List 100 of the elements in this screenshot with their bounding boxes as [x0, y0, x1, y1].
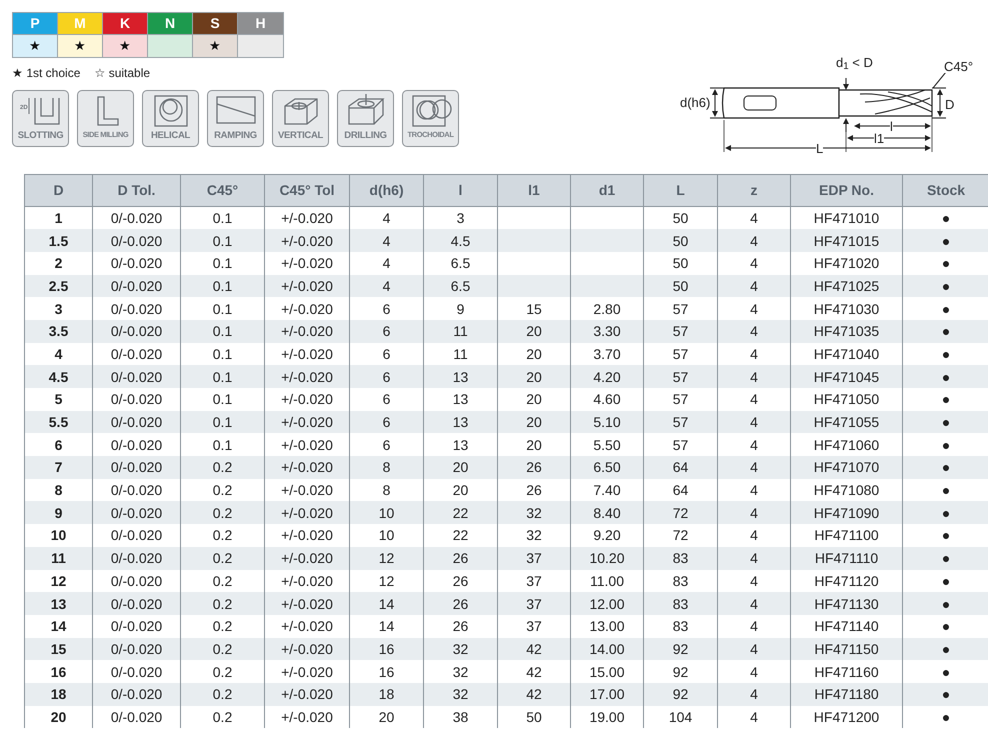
chamfer-label: C45° [944, 60, 974, 73]
material-header: M [58, 13, 103, 35]
table-cell: 50 [498, 706, 570, 728]
table-cell: +/-0.020 [264, 682, 350, 706]
material-header: S [193, 13, 238, 35]
table-cell: HF471055 [790, 410, 902, 434]
table-cell: HF471110 [790, 546, 902, 570]
table-cell: 26 [424, 592, 498, 615]
table-cell: 32 [424, 638, 498, 660]
table-cell: 4 [718, 638, 790, 660]
table-cell: 1.5 [24, 229, 92, 252]
table-cell: +/-0.020 [264, 638, 350, 660]
table-cell: 92 [644, 682, 718, 706]
table-cell: +/-0.020 [264, 410, 350, 434]
table-cell: 8 [350, 456, 424, 479]
table-cell: 14.00 [570, 638, 644, 660]
table-cell: 0/-0.020 [92, 546, 180, 570]
table-cell: 20 [498, 365, 570, 388]
column-header: l [424, 174, 498, 206]
table-cell: 18 [350, 682, 424, 706]
table-cell: 42 [498, 638, 570, 660]
table-cell: 22 [424, 501, 498, 524]
table-cell: +/-0.020 [264, 274, 350, 298]
table-cell: 0.1 [180, 320, 264, 343]
table-cell: 64 [644, 456, 718, 479]
table-cell: HF471025 [790, 274, 902, 298]
table-cell: 4 [718, 682, 790, 706]
table-cell: 2.5 [24, 274, 92, 298]
table-cell: 72 [644, 501, 718, 524]
column-header: L [644, 174, 718, 206]
table-cell: +/-0.020 [264, 365, 350, 388]
table-cell: 0/-0.020 [92, 320, 180, 343]
neck-label: d$_{1}$ < D [836, 56, 873, 69]
shank-label: d(h6) [680, 96, 710, 109]
column-header: C45° Tol [264, 174, 350, 206]
column-header: D [24, 174, 92, 206]
table-cell: 4 [718, 501, 790, 524]
table-cell: +/-0.020 [264, 229, 350, 252]
table-cell: 57 [644, 365, 718, 388]
material-header: H [238, 13, 283, 35]
table-cell: 0/-0.020 [92, 592, 180, 615]
table-cell: HF471130 [790, 592, 902, 615]
table-cell: 4.5 [24, 365, 92, 388]
table-cell: 104 [644, 706, 718, 728]
table-cell: 50 [644, 229, 718, 252]
table-cell: 26 [498, 456, 570, 479]
table-cell: +/-0.020 [264, 501, 350, 524]
table-cell: 4 [718, 274, 790, 298]
operation-label: SLOTTING [18, 131, 64, 142]
table-cell: 10 [350, 501, 424, 524]
table-cell: 38 [424, 706, 498, 728]
table-cell: 0/-0.020 [92, 274, 180, 298]
table-cell: HF471090 [790, 501, 902, 524]
legend-item: ☆ suitable [94, 65, 150, 82]
table-cell: 26 [424, 546, 498, 570]
table-cell: 0.2 [180, 638, 264, 660]
table-cell: 57 [644, 410, 718, 434]
column-header: d(h6) [350, 174, 424, 206]
column-header: z [718, 174, 790, 206]
table-cell: 0.2 [180, 546, 264, 570]
table-cell: 4.20 [570, 365, 644, 388]
table-cell: 0.1 [180, 365, 264, 388]
table-cell: 4 [718, 320, 790, 343]
table-cell: +/-0.020 [264, 546, 350, 570]
table-cell: 37 [498, 592, 570, 615]
table-cell: 4 [718, 365, 790, 388]
table-cell: 20 [24, 706, 92, 728]
operation-label: RAMPING [214, 131, 257, 142]
table-cell: 4.5 [424, 229, 498, 252]
table-cell: 0.2 [180, 706, 264, 728]
table-cell: 14 [350, 592, 424, 615]
operation-label: HELICAL [150, 131, 190, 142]
table-cell: 20 [424, 456, 498, 479]
table-cell: 37 [498, 546, 570, 570]
table-cell: +/-0.020 [264, 456, 350, 479]
column-header: l1 [498, 174, 570, 206]
table-cell: 6.5 [424, 274, 498, 298]
table-cell: HF471150 [790, 638, 902, 660]
table-cell: 5.10 [570, 410, 644, 434]
column-header: EDP No. [790, 174, 902, 206]
table-cell: 6 [350, 320, 424, 343]
table-cell: 83 [644, 592, 718, 615]
table-cell: 19.00 [570, 706, 644, 728]
table-cell: 0.2 [180, 456, 264, 479]
table-cell: 0/-0.020 [92, 229, 180, 252]
table-cell: 7 [24, 456, 92, 479]
table-cell: 20 [498, 320, 570, 343]
diameter-label: D [945, 98, 954, 111]
legend-item: ★ 1st choice [12, 65, 80, 82]
table-cell: HF471180 [790, 682, 902, 706]
table-cell: 0.1 [180, 229, 264, 252]
table-cell: 0/-0.020 [92, 456, 180, 479]
table-cell: 16 [350, 638, 424, 660]
material-header: P [13, 13, 58, 35]
table-cell: 4 [718, 456, 790, 479]
table-cell: 17.00 [570, 682, 644, 706]
table-cell: 0/-0.020 [92, 501, 180, 524]
table-cell: 20 [498, 410, 570, 434]
column-header: d1 [570, 174, 644, 206]
table-cell: 0.2 [180, 682, 264, 706]
